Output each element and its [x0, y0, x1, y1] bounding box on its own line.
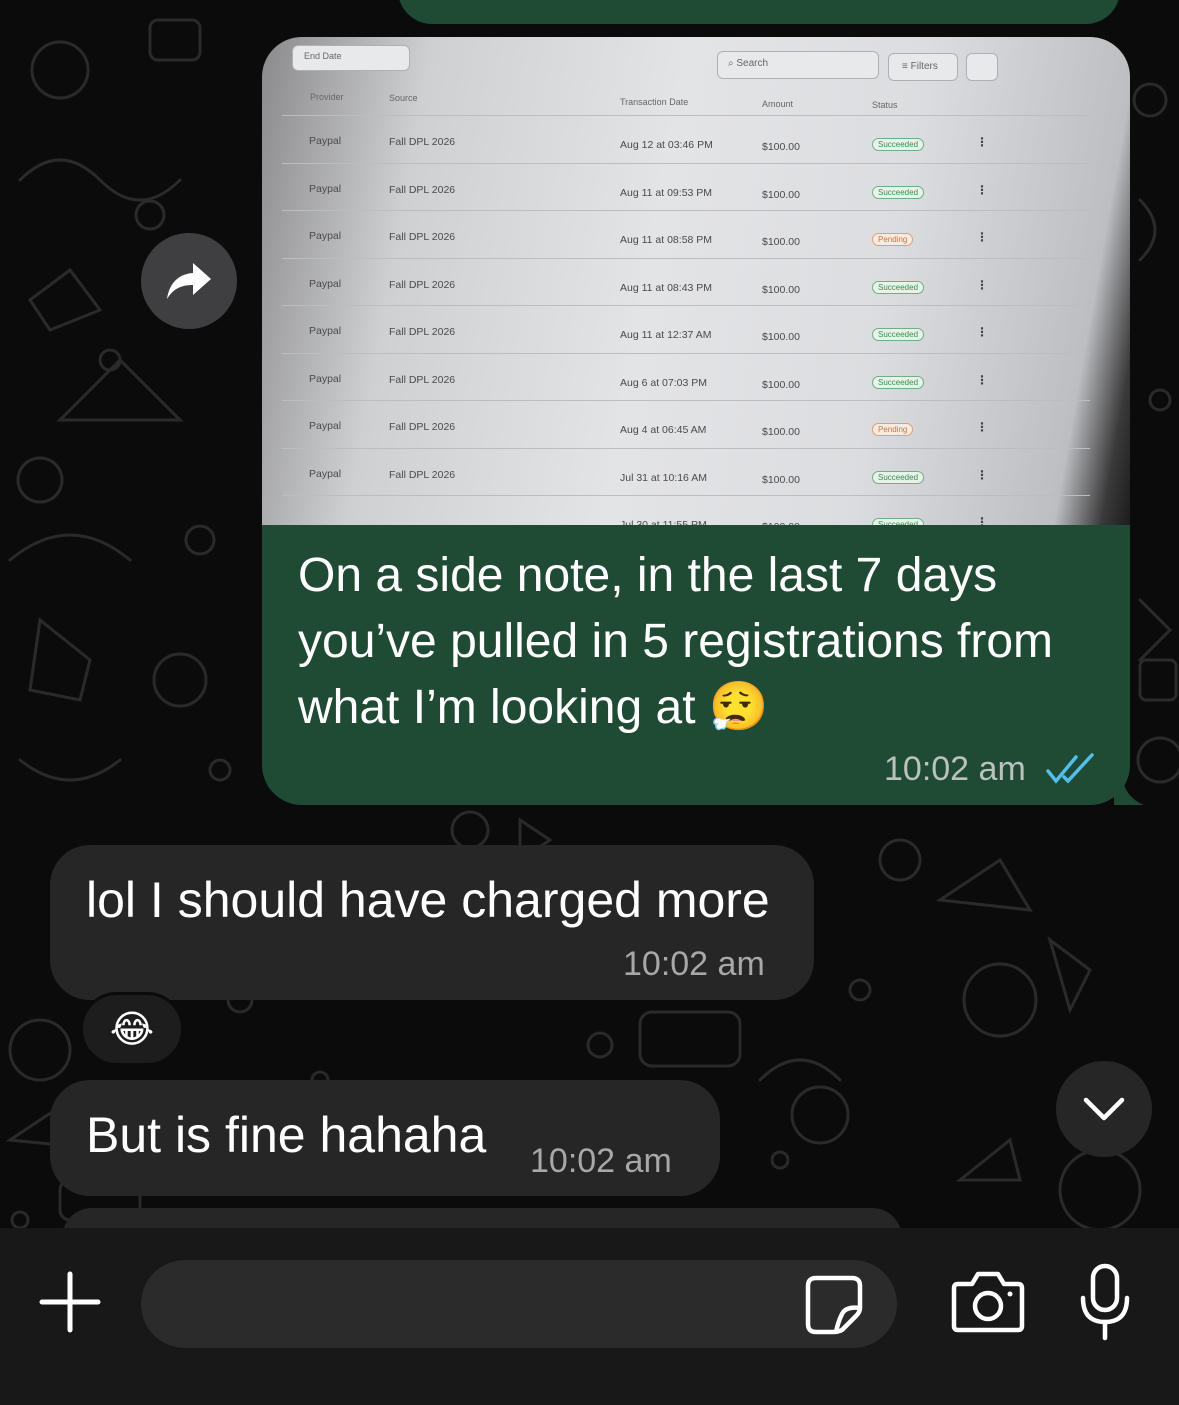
photo-row-menu-icon: ⋮ [976, 135, 988, 149]
photo-cell-source: Fall DPL 2026 [389, 373, 456, 386]
outgoing-message-text: On a side note, in the last 7 days you’v… [298, 549, 1054, 734]
photo-cell-provider: Paypal [309, 182, 342, 195]
photo-row-menu-icon: ⋮ [976, 182, 988, 197]
photo-status-badge: Succeeded [872, 280, 925, 294]
photo-row-divider [282, 447, 1090, 449]
photo-cell-amount: $100.00 [762, 236, 800, 248]
photo-row-menu-icon: ⋮ [976, 325, 988, 339]
photo-status-badge: Pending [872, 233, 914, 246]
bubble-tail [1114, 775, 1144, 805]
incoming-message-2-time: 10:02 am [530, 1142, 672, 1180]
photo-cell-source: Fall DPL 2026 [389, 278, 456, 291]
photo-cell-amount: $100.00 [762, 426, 800, 438]
photo-clock-box [966, 53, 998, 81]
photo-cell-date: Aug 11 at 12:37 AM [620, 329, 712, 341]
photo-col-source: Source [389, 93, 418, 103]
sticker-icon[interactable] [802, 1272, 866, 1336]
incoming-message-1-text: lol I should have charged more [86, 872, 770, 928]
photo-cell-amount: $100.00 [762, 188, 800, 201]
photo-row-menu-icon: ⋮ [976, 230, 988, 244]
chevron-down-icon [1083, 1097, 1125, 1121]
outgoing-message-time: 10:02 am [884, 750, 1026, 788]
double-check-icon [1046, 753, 1094, 784]
photo-cell-date: Aug 11 at 08:58 PM [620, 234, 713, 246]
photo-row-divider [282, 400, 1090, 401]
plus-icon[interactable] [36, 1268, 104, 1336]
photo-cell-source: Fall DPL 2026 [389, 183, 456, 196]
incoming-message-1[interactable]: lol I should have charged more 10:02 am [50, 845, 814, 1000]
photo-row-divider [282, 162, 1090, 164]
photo-row-divider [282, 257, 1090, 259]
photo-cell-source: Fall DPL 2026 [389, 326, 456, 338]
incoming-message-2-text: But is fine hahaha [86, 1107, 487, 1163]
photo-filters-label: ≡ Filters [902, 61, 938, 72]
photo-row-divider [282, 305, 1090, 306]
photo-cell-source: Fall DPL 2026 [389, 468, 456, 481]
photo-cell-date: Jul 30 at 11:55 PM [620, 519, 707, 525]
photo-cell-provider: Paypal [309, 135, 342, 147]
reaction-badge[interactable]: 😂 [80, 992, 184, 1066]
photo-cell-provider: Paypal [309, 420, 342, 432]
photo-col-status: Status [872, 100, 898, 110]
photo-row-menu-icon: ⋮ [976, 467, 988, 482]
photo-cell-date: Aug 11 at 08:43 PM [620, 281, 713, 294]
photo-cell-date: Jul 31 at 10:16 AM [620, 471, 707, 484]
photo-row-divider [282, 210, 1090, 211]
photo-col-date: Transaction Date [620, 97, 689, 107]
photo-status-badge: Succeeded [872, 470, 925, 484]
photo-status-badge: Succeeded [872, 328, 925, 341]
transactions-screenshot-photo[interactable]: End Date ⌕ Search ≡ Filters Provider Sou… [262, 37, 1130, 525]
incoming-message-2[interactable]: But is fine hahaha 10:02 am [50, 1080, 720, 1196]
photo-cell-amount: $100.00 [762, 521, 800, 525]
photo-cell-date: Aug 4 at 06:45 AM [620, 424, 707, 436]
photo-cell-source: Fall DPL 2026 [389, 421, 456, 433]
forward-arrow-icon [167, 263, 211, 299]
photo-col-amount: Amount [762, 99, 794, 109]
photo-cell-amount: $100.00 [762, 283, 800, 296]
photo-cell-provider: Paypal [309, 277, 342, 290]
photo-cell-source: Fall DPL 2026 [389, 136, 456, 148]
photo-row-menu-icon: ⋮ [976, 515, 988, 525]
photo-cell-date: Aug 6 at 07:03 PM [620, 376, 707, 389]
microphone-icon[interactable] [1078, 1262, 1132, 1342]
previous-outgoing-bubble[interactable] [398, 0, 1120, 24]
photo-cell-date: Aug 11 at 09:53 PM [620, 186, 713, 199]
photo-status-badge: Succeeded [872, 518, 925, 525]
photo-cell-amount: $100.00 [762, 473, 800, 486]
photo-search-label: ⌕ Search [728, 58, 769, 69]
scroll-to-bottom-button[interactable] [1056, 1061, 1152, 1157]
photo-cell-provider: Paypal [309, 372, 342, 385]
photo-cell-provider: Paypal [309, 230, 342, 242]
camera-icon[interactable] [950, 1270, 1026, 1334]
photo-table: End Date ⌕ Search ≡ Filters Provider Sou… [262, 37, 1130, 525]
photo-row-menu-icon: ⋮ [976, 372, 988, 387]
photo-status-badge: Pending [872, 423, 914, 436]
photo-cell-provider: Paypal [309, 325, 342, 337]
photo-col-provider: Provider [310, 92, 344, 102]
photo-cell-date: Aug 12 at 03:46 PM [620, 139, 713, 151]
tears-of-joy-emoji: 😂 [109, 1008, 155, 1051]
photo-cell-provider: Paypal [309, 467, 342, 480]
photo-cell-amount: $100.00 [762, 378, 800, 391]
photo-cell-amount: $100.00 [762, 141, 800, 153]
outgoing-photo-message[interactable]: End Date ⌕ Search ≡ Filters Provider Sou… [262, 37, 1144, 805]
incoming-message-1-time: 10:02 am [623, 945, 765, 983]
photo-end-date-label: End Date [304, 51, 342, 61]
message-input[interactable] [141, 1260, 897, 1348]
photo-row-divider [282, 115, 1090, 116]
photo-cell-source: Fall DPL 2026 [389, 231, 456, 243]
photo-cell-amount: $100.00 [762, 331, 800, 343]
photo-row-divider [282, 352, 1090, 354]
photo-status-badge: Succeeded [872, 185, 925, 199]
photo-status-badge: Succeeded [872, 138, 925, 151]
forward-button[interactable] [141, 233, 237, 329]
photo-row-menu-icon: ⋮ [976, 420, 988, 434]
photo-row-menu-icon: ⋮ [976, 277, 988, 292]
photo-status-badge: Succeeded [872, 375, 925, 389]
photo-row-divider [282, 495, 1090, 496]
